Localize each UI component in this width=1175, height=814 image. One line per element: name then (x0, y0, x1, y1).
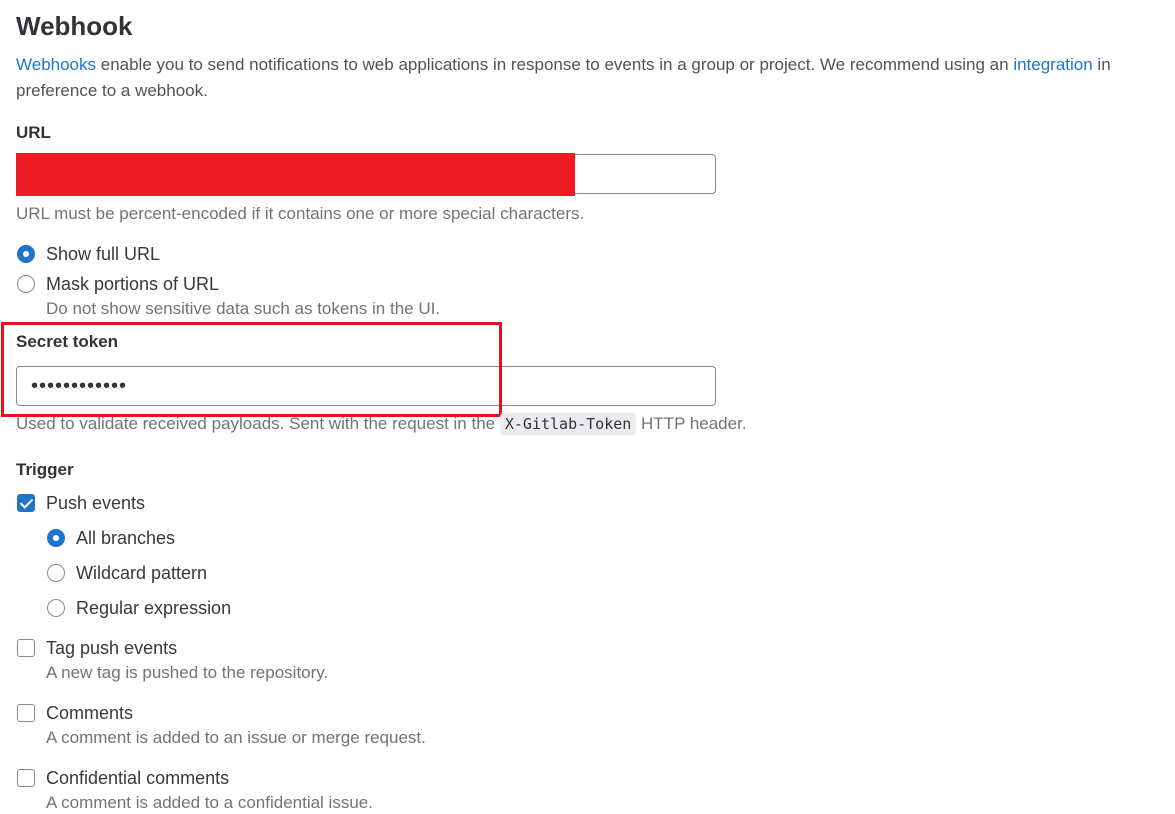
push-events-checkbox[interactable] (17, 494, 35, 512)
show-full-url-label[interactable]: Show full URL (46, 243, 160, 265)
secret-token-help: Used to validate received payloads. Sent… (16, 413, 747, 435)
secret-token-highlight (1, 322, 502, 417)
page-title: Webhook (16, 11, 133, 41)
secret-help-before: Used to validate received payloads. Sent… (16, 414, 500, 433)
intro-text: Webhooks enable you to send notification… (16, 52, 1136, 104)
mask-url-help: Do not show sensitive data such as token… (46, 299, 441, 318)
tag-push-label[interactable]: Tag push events (46, 637, 177, 659)
url-help: URL must be percent-encoded if it contai… (16, 204, 585, 223)
mask-url-label[interactable]: Mask portions of URL (46, 273, 219, 295)
all-branches-radio[interactable] (47, 529, 65, 547)
comments-checkbox[interactable] (17, 704, 35, 722)
wildcard-pattern-label[interactable]: Wildcard pattern (76, 562, 207, 584)
push-events-label[interactable]: Push events (46, 492, 145, 514)
wildcard-pattern-radio[interactable] (47, 564, 65, 582)
confidential-comments-help: A comment is added to a confidential iss… (46, 793, 373, 812)
show-full-url-radio[interactable] (17, 245, 35, 263)
trigger-label: Trigger (16, 460, 74, 479)
comments-label[interactable]: Comments (46, 702, 133, 724)
mask-url-radio[interactable] (17, 275, 35, 293)
url-label: URL (16, 123, 51, 142)
confidential-comments-label[interactable]: Confidential comments (46, 767, 229, 789)
webhooks-link[interactable]: Webhooks (16, 55, 96, 74)
url-redaction (16, 153, 575, 196)
tag-push-checkbox[interactable] (17, 639, 35, 657)
tag-push-help: A new tag is pushed to the repository. (46, 663, 329, 682)
regular-expression-radio[interactable] (47, 599, 65, 617)
header-code: X-Gitlab-Token (499, 413, 637, 435)
integration-link[interactable]: integration (1013, 55, 1092, 74)
comments-help: A comment is added to an issue or merge … (46, 728, 426, 747)
confidential-comments-checkbox[interactable] (17, 769, 35, 787)
regular-expression-label[interactable]: Regular expression (76, 597, 231, 619)
intro-text-part1: enable you to send notifications to web … (96, 55, 1014, 74)
secret-help-after: HTTP header. (636, 414, 747, 433)
all-branches-label[interactable]: All branches (76, 527, 175, 549)
